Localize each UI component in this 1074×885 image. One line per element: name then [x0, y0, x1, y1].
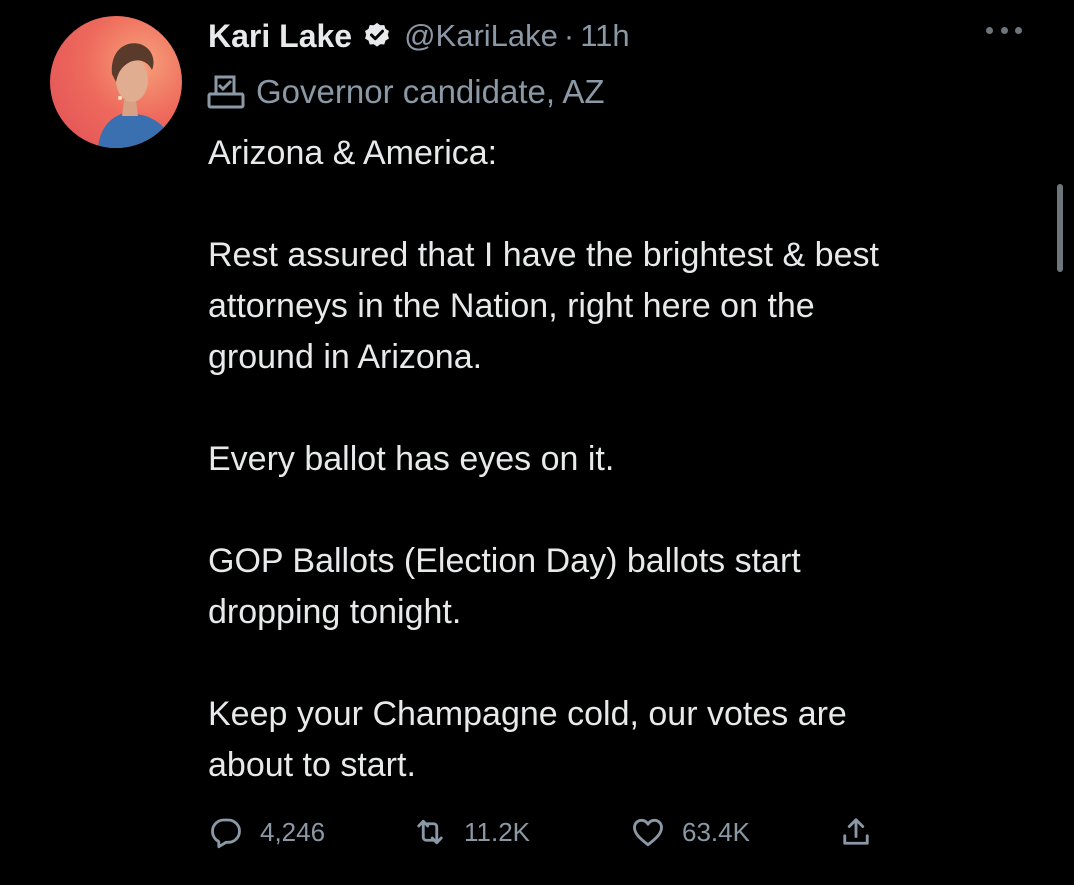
more-options-icon[interactable]	[986, 22, 1022, 38]
retweet-icon	[417, 819, 443, 845]
reply-button[interactable]: 4,246	[208, 812, 325, 852]
header-separator: ·	[563, 18, 575, 53]
more-dot	[986, 26, 993, 34]
tweet-text-line: dropping tonight.	[208, 593, 462, 631]
tweet-text-line: Every ballot has eyes on it.	[208, 440, 615, 478]
share-icon	[843, 818, 869, 845]
account-label[interactable]: Governor candidate, AZ	[206, 70, 605, 114]
retweet-button[interactable]: 11.2K	[412, 812, 530, 852]
timestamp[interactable]: 11h	[580, 18, 629, 54]
verified-badge-icon	[365, 22, 390, 47]
avatar-portrait-icon	[98, 43, 174, 148]
like-count: 63.4K	[682, 816, 750, 847]
tweet-header: Kari Lake @KariLake · 11h	[208, 14, 630, 58]
heart-icon	[633, 818, 663, 847]
tweet-text-line: about to start.	[208, 746, 416, 784]
reply-count: 4,246	[260, 816, 326, 847]
more-dot	[1000, 26, 1008, 34]
author-name[interactable]: Kari Lake	[208, 18, 352, 55]
more-dot	[1015, 26, 1022, 34]
retweet-count: 11.2K	[464, 816, 531, 847]
avatar[interactable]	[50, 16, 182, 148]
tweet-text-line: GOP Ballots (Election Day) ballots start	[208, 542, 801, 580]
like-button[interactable]: 63.4K	[630, 812, 750, 852]
tweet-text-line: Keep your Champagne cold, our votes are	[208, 695, 847, 733]
tweet-text-line: Rest assured that I have the brightest &…	[208, 236, 879, 274]
account-label-text: Governor candidate, AZ	[256, 73, 605, 110]
tweet-body: Arizona & America: Rest assured that I h…	[208, 128, 1038, 791]
tweet-text-line: Arizona & America:	[208, 134, 498, 172]
tweet-text-line: ground in Arizona.	[208, 338, 483, 376]
share-button[interactable]	[838, 812, 874, 852]
tweet-actions: 4,246 11.2K 63.4K	[208, 812, 908, 852]
author-handle[interactable]: @KariLake	[404, 18, 558, 54]
reply-icon	[211, 818, 241, 849]
tweet-text-line: attorneys in the Nation, right here on t…	[208, 287, 815, 325]
tweet: Kari Lake @KariLake · 11h Governor candi…	[0, 0, 1074, 885]
ballot-box-icon	[207, 75, 245, 109]
scrollbar[interactable]	[1057, 184, 1063, 272]
